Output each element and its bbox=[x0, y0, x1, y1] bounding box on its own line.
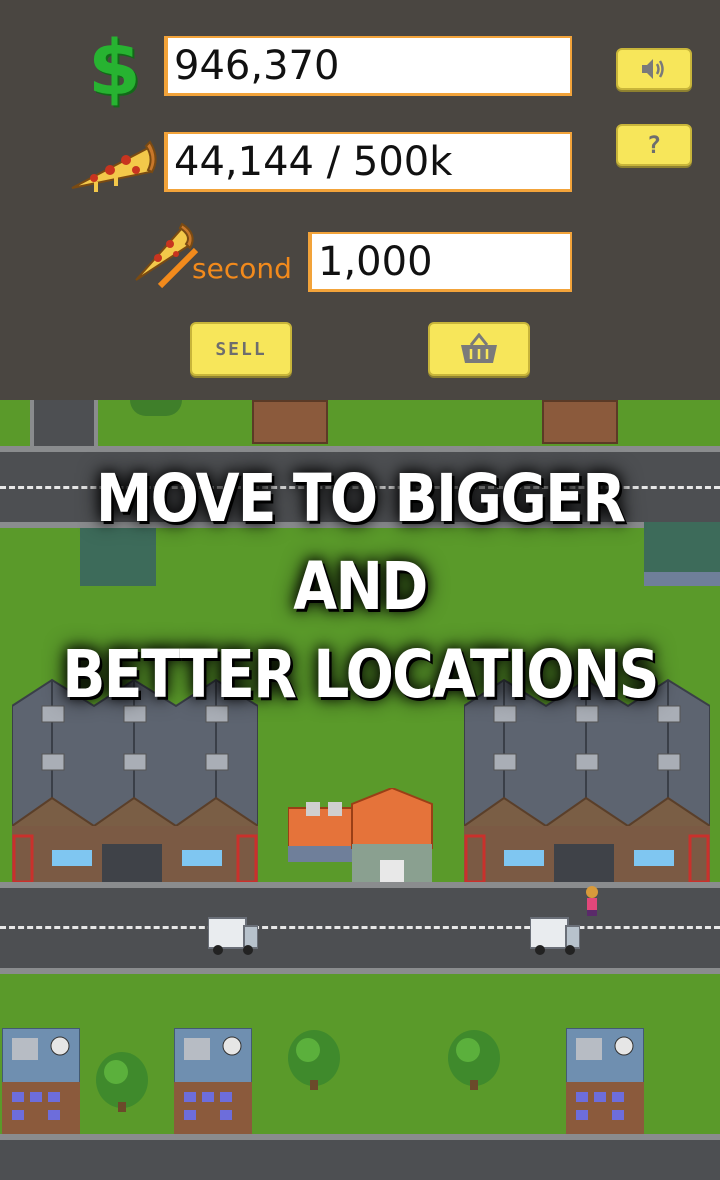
pedestrian bbox=[586, 886, 598, 916]
stats-panel: $ 946,370 44,144 / 500k second 1,000 ? S… bbox=[0, 0, 720, 400]
road-marking bbox=[0, 926, 720, 929]
tree bbox=[448, 1030, 500, 1090]
promo-banner-line-1: MOVE TO BIGGER AND bbox=[95, 460, 626, 625]
sell-button[interactable]: SELL bbox=[190, 322, 292, 376]
money-value: 946,370 bbox=[164, 36, 572, 96]
sell-button-label: SELL bbox=[215, 338, 267, 360]
pizza-slice-small-icon bbox=[135, 222, 199, 289]
pizza-shop[interactable] bbox=[288, 788, 434, 882]
delivery-truck bbox=[208, 917, 258, 955]
building bbox=[252, 400, 328, 444]
pizza-slice-icon bbox=[71, 140, 157, 192]
rate-unit-label: second bbox=[192, 252, 292, 285]
building bbox=[542, 400, 618, 444]
pizza-count-value: 44,144 / 500k bbox=[164, 132, 572, 192]
promo-banner-line-2: BETTER LOCATIONS bbox=[62, 636, 659, 713]
tree bbox=[288, 1030, 340, 1090]
help-button-label: ? bbox=[646, 131, 662, 159]
pizza-per-second-icon bbox=[130, 220, 200, 290]
basket-icon bbox=[461, 333, 497, 363]
help-button[interactable]: ? bbox=[616, 124, 692, 166]
speaker-icon bbox=[642, 59, 664, 79]
promo-banner: MOVE TO BIGGER AND BETTER LOCATIONS bbox=[50, 455, 669, 719]
shop-button[interactable] bbox=[428, 322, 530, 376]
rate-value: 1,000 bbox=[308, 232, 572, 292]
tree bbox=[130, 400, 182, 416]
apartment-building bbox=[566, 1028, 644, 1134]
apartment-building bbox=[2, 1028, 80, 1134]
tree bbox=[96, 1052, 148, 1112]
dollar-icon: $ bbox=[88, 23, 141, 112]
road bbox=[0, 1134, 720, 1180]
sound-button[interactable] bbox=[616, 48, 692, 90]
delivery-truck bbox=[530, 917, 580, 955]
apartment-building bbox=[174, 1028, 252, 1134]
